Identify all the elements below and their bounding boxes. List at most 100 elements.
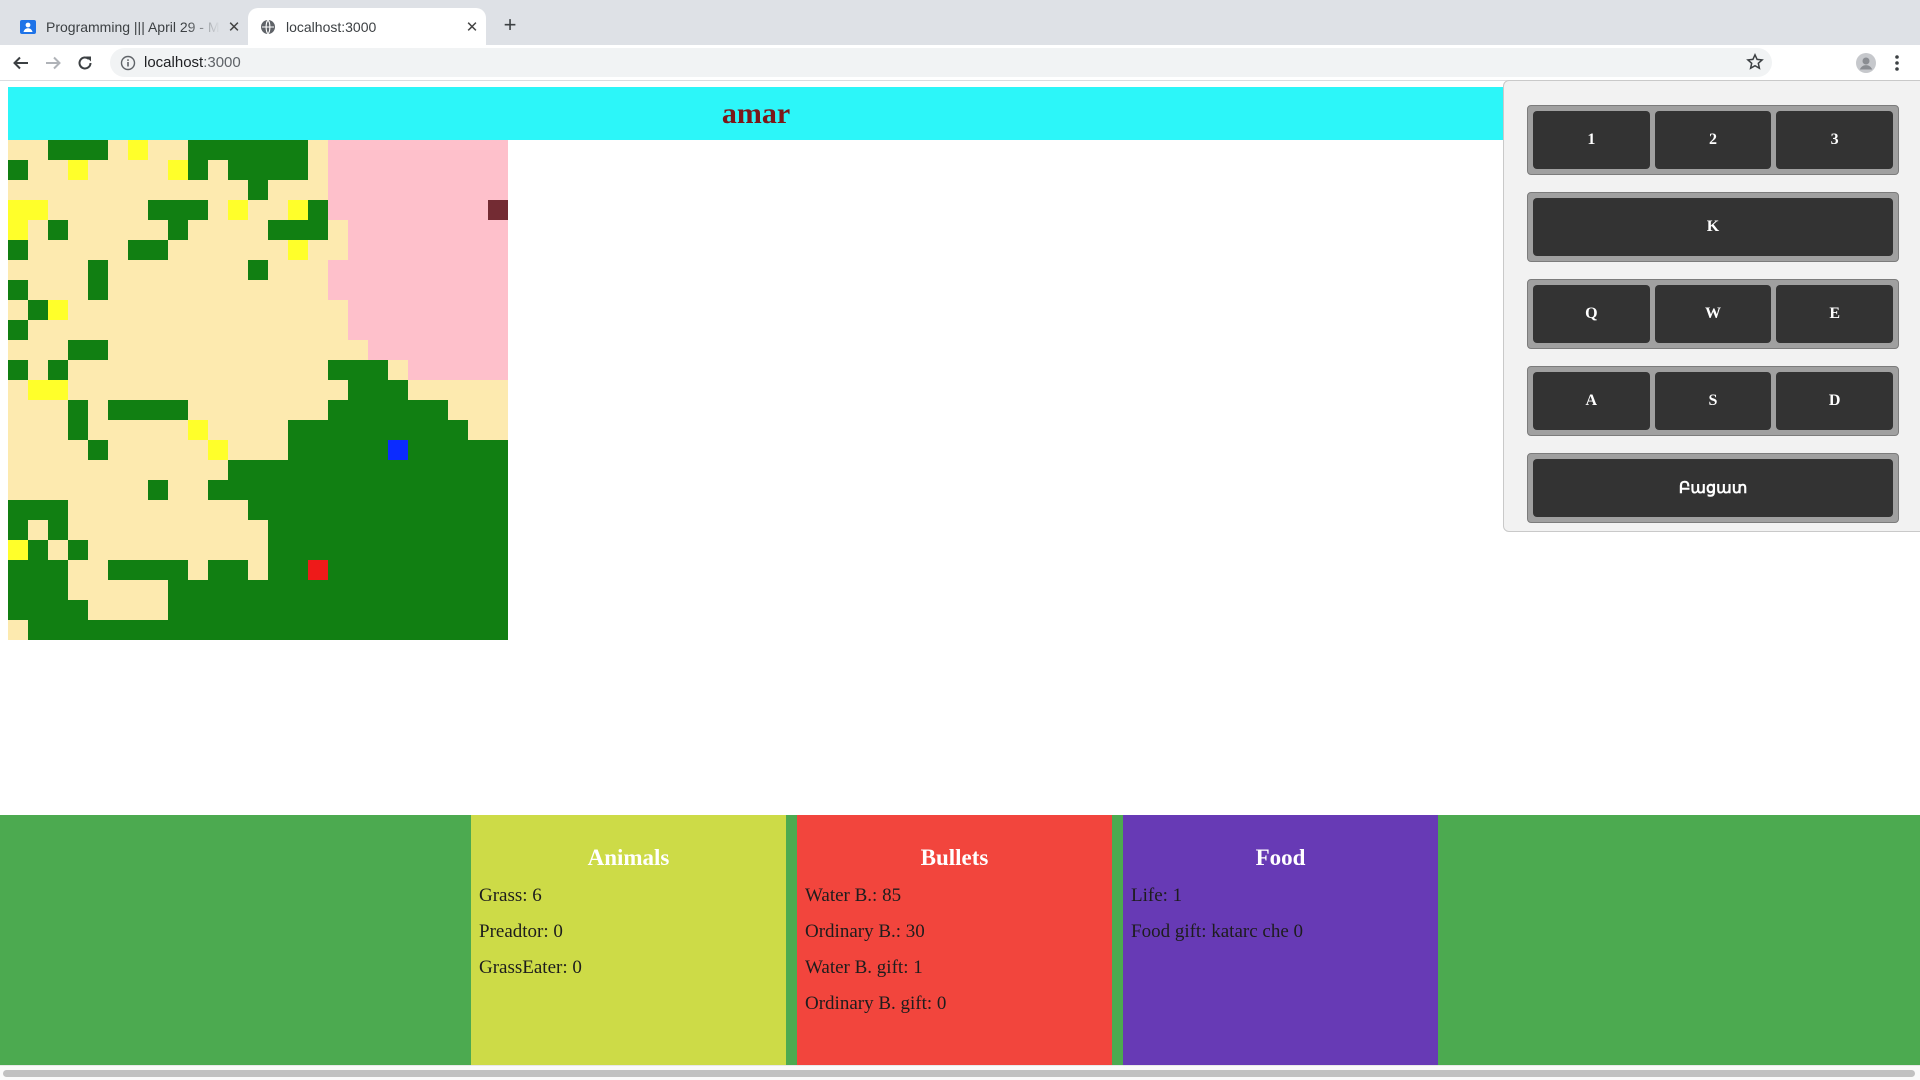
url-text: localhost:3000: [144, 54, 241, 71]
key-button[interactable]: A: [1533, 372, 1650, 430]
grid-cell: [468, 540, 489, 561]
grid-cell: [288, 580, 309, 601]
grid-cell: [408, 480, 429, 501]
grid-cell: [128, 480, 149, 501]
grid-cell: [488, 280, 508, 301]
grid-cell: [308, 280, 329, 301]
grid-cell: [428, 400, 449, 421]
grid-cell: [208, 180, 229, 201]
grid-cell: [428, 320, 449, 341]
grid-cell: [168, 360, 189, 381]
grid-cell: [208, 240, 229, 261]
grid-cell: [168, 220, 189, 241]
grid-cell: [368, 340, 389, 361]
tab-programming[interactable]: Programming ||| April 29 - May 3 ✕: [8, 8, 248, 45]
grid-cell: [128, 280, 149, 301]
grid-cell: [168, 520, 189, 541]
grid-cell: [168, 380, 189, 401]
grid-cell: [428, 300, 449, 321]
grid-cell: [308, 380, 329, 401]
grid-cell: [28, 300, 49, 321]
key-button[interactable]: Q: [1533, 285, 1650, 343]
info-icon[interactable]: [120, 55, 136, 71]
forward-button[interactable]: [40, 50, 66, 76]
back-button[interactable]: [8, 50, 34, 76]
grid-cell: [348, 340, 369, 361]
grid-cell: [208, 260, 229, 281]
grid-cell: [88, 500, 109, 521]
stat-line: GrassEater: 0: [479, 957, 582, 978]
grid-cell: [308, 180, 329, 201]
reload-button[interactable]: [72, 50, 98, 76]
grid-cell: [368, 380, 389, 401]
grid-cell: [408, 500, 429, 521]
grid-cell: [368, 460, 389, 481]
grid-cell: [88, 540, 109, 561]
close-icon[interactable]: ✕: [458, 18, 486, 36]
menu-button[interactable]: [1884, 50, 1910, 76]
star-icon[interactable]: [1746, 53, 1764, 71]
grid-cell: [428, 600, 449, 621]
tab-localhost[interactable]: localhost:3000 ✕: [248, 8, 486, 45]
scrollbar-thumb[interactable]: [3, 1070, 1915, 1077]
grid-cell: [408, 220, 429, 241]
key-row: ASD: [1527, 366, 1899, 436]
key-button[interactable]: S: [1654, 372, 1772, 430]
grid-cell: [388, 580, 409, 601]
grid-cell: [28, 320, 49, 341]
key-button[interactable]: 3: [1776, 111, 1894, 169]
grid-cell: [368, 560, 389, 581]
grid-cell: [408, 520, 429, 541]
grid-cell: [348, 540, 369, 561]
key-button[interactable]: E: [1776, 285, 1894, 343]
reload-icon: [78, 56, 92, 70]
game-map[interactable]: [8, 140, 508, 640]
grid-cell: [328, 280, 349, 301]
profile-button[interactable]: [1853, 50, 1879, 76]
grid-cell: [188, 540, 209, 561]
grid-cell: [48, 540, 69, 561]
grid-cell: [88, 520, 109, 541]
grid-cell: [308, 320, 329, 341]
tab-title: Programming ||| April 29 - May 3: [46, 18, 220, 35]
grid-cell: [88, 480, 109, 501]
grid-cell: [148, 400, 169, 421]
grid-cell: [408, 200, 429, 221]
grid-cell: [268, 140, 289, 161]
grid-cell: [388, 480, 409, 501]
grid-cell: [348, 360, 369, 381]
grid-cell: [348, 620, 369, 640]
grid-cell: [488, 420, 508, 441]
grid-cell: [408, 620, 429, 640]
horizontal-scrollbar[interactable]: [0, 1065, 1920, 1080]
key-button[interactable]: 1: [1533, 111, 1650, 169]
new-tab-button[interactable]: +: [496, 12, 524, 40]
stat-line: Water B.: 85: [805, 885, 902, 906]
grid-cell: [28, 560, 49, 581]
browser-tab-strip: Programming ||| April 29 - May 3 ✕ local…: [0, 0, 1920, 45]
key-button[interactable]: D: [1776, 372, 1894, 430]
grid-cell: [128, 140, 149, 161]
grid-cell: [68, 520, 89, 541]
grid-cell: [128, 300, 149, 321]
key-button[interactable]: Բացատ: [1533, 459, 1893, 517]
key-button[interactable]: W: [1654, 285, 1772, 343]
grid-cell: [248, 380, 269, 401]
grid-cell: [288, 460, 309, 481]
grid-cell: [188, 460, 209, 481]
key-button[interactable]: 2: [1654, 111, 1772, 169]
grid-cell: [268, 580, 289, 601]
grid-cell: [268, 460, 289, 481]
key-button[interactable]: K: [1533, 198, 1893, 256]
grid-cell: [68, 600, 89, 621]
grid-cell: [328, 500, 349, 521]
grid-cell: [248, 560, 269, 581]
grid-cell: [268, 380, 289, 401]
grid-cell: [108, 580, 129, 601]
address-bar[interactable]: localhost:3000: [110, 48, 1772, 77]
grid-cell: [288, 360, 309, 381]
close-icon[interactable]: ✕: [220, 18, 248, 36]
grid-cell: [228, 540, 249, 561]
grid-cell: [448, 560, 469, 581]
grid-cell: [48, 300, 69, 321]
